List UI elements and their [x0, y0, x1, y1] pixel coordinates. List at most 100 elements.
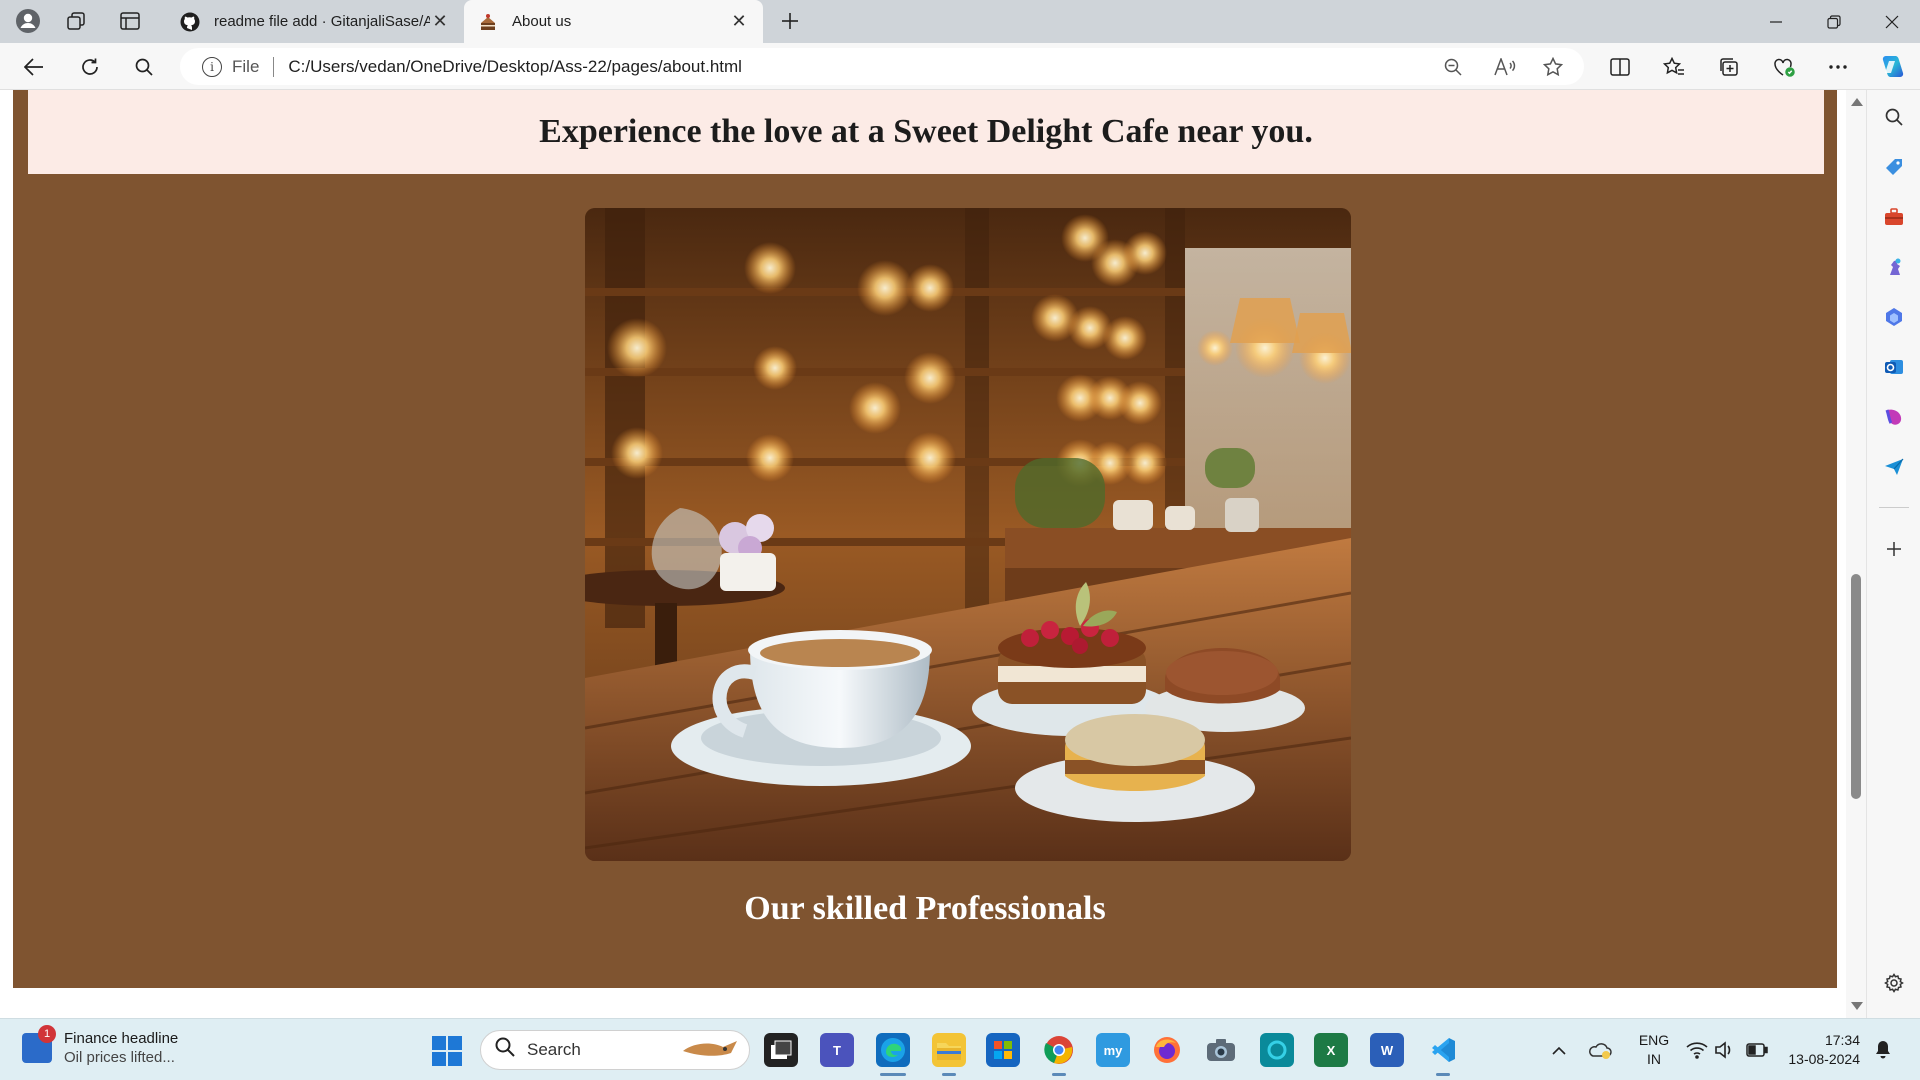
show-hidden-icons-chevron-icon[interactable]: [1552, 1019, 1566, 1080]
address-toolbar: i File C:/Users/vedan/OneDrive/Desktop/A…: [0, 43, 1920, 90]
web-page-viewport: Experience the love at a Sweet Delight C…: [0, 90, 1846, 1018]
cafe-photo: [585, 208, 1351, 861]
start-tile: [448, 1052, 462, 1066]
split-screen-icon[interactable]: [1602, 50, 1638, 84]
mysql-workbench-icon[interactable]: my: [1096, 1033, 1130, 1067]
news-widget-icon: 1: [22, 1025, 56, 1063]
close-window-icon[interactable]: [1864, 0, 1920, 43]
chrome-icon[interactable]: [1042, 1033, 1076, 1067]
start-tile: [432, 1036, 446, 1050]
volume-icon[interactable]: [1714, 1019, 1734, 1080]
tab-title: About us: [512, 13, 572, 30]
taskbar-search[interactable]: Search: [480, 1030, 750, 1070]
firefox-icon[interactable]: [1150, 1033, 1184, 1067]
open-app-indicator: [942, 1073, 956, 1076]
page-scrollbar[interactable]: [1846, 90, 1866, 1018]
tab-github[interactable]: readme file add · GitanjaliSase/A ✕: [166, 0, 464, 43]
open-app-indicator: [1436, 1073, 1450, 1076]
page-body: Experience the love at a Sweet Delight C…: [13, 90, 1837, 988]
shopping-tag-icon[interactable]: [1879, 152, 1909, 182]
scroll-up-arrow-icon[interactable]: [1851, 98, 1863, 106]
read-aloud-icon[interactable]: [1490, 55, 1520, 79]
restore-icon[interactable]: [1806, 0, 1862, 43]
divider: [273, 56, 275, 77]
excel-icon[interactable]: X: [1314, 1033, 1348, 1067]
teams-icon[interactable]: T: [820, 1033, 854, 1067]
tab-actions-icon[interactable]: [110, 6, 150, 36]
collections-icon[interactable]: [1711, 50, 1747, 84]
windows-taskbar: 1 Finance headline Oil prices lifted... …: [0, 1018, 1920, 1080]
tagline-heading: Experience the love at a Sweet Delight C…: [539, 113, 1313, 150]
tab-strip: readme file add · GitanjaliSase/A ✕ Abou…: [0, 0, 1920, 43]
browser-essentials-icon[interactable]: [1766, 50, 1802, 84]
sidebar-settings-icon[interactable]: [1879, 968, 1909, 998]
active-app-indicator: [880, 1073, 906, 1076]
notification-badge: 1: [38, 1025, 56, 1043]
language-indicator[interactable]: ENG IN: [1632, 1031, 1676, 1069]
task-view-icon[interactable]: [764, 1033, 798, 1067]
clock-date: 13-08-2024: [1788, 1051, 1860, 1067]
word-icon[interactable]: W: [1370, 1033, 1404, 1067]
professionals-heading: Our skilled Professionals: [744, 890, 1106, 927]
camera-icon[interactable]: [1204, 1033, 1238, 1067]
start-button[interactable]: [432, 1036, 462, 1066]
more-menu-icon[interactable]: [1820, 50, 1856, 84]
edge-icon[interactable]: [876, 1033, 910, 1067]
site-info-icon[interactable]: i: [202, 56, 222, 77]
scroll-down-arrow-icon[interactable]: [1851, 1002, 1863, 1010]
scroll-thumb[interactable]: [1851, 574, 1861, 799]
onedrive-status-icon[interactable]: [1588, 1019, 1614, 1080]
search-label: Search: [527, 1040, 581, 1059]
search-highlight-icon: [681, 1037, 741, 1068]
sidebar-divider: [1879, 507, 1909, 508]
favorite-star-icon[interactable]: [1538, 55, 1568, 79]
add-sidebar-app-icon[interactable]: [1879, 534, 1909, 564]
workspaces-icon[interactable]: [56, 6, 96, 36]
address-bar[interactable]: i File C:/Users/vedan/OneDrive/Desktop/A…: [180, 48, 1584, 85]
news-widget[interactable]: 1 Finance headline Oil prices lifted...: [22, 1025, 179, 1067]
games-chess-icon[interactable]: [1879, 252, 1909, 282]
open-app-indicator: [1052, 1073, 1066, 1076]
wifi-icon[interactable]: [1686, 1019, 1708, 1080]
tools-briefcase-icon[interactable]: [1879, 202, 1909, 232]
back-icon[interactable]: [16, 50, 52, 84]
clock-time: 17:34: [1824, 1032, 1860, 1048]
close-tab-icon[interactable]: ✕: [729, 11, 749, 32]
designer-icon[interactable]: [1879, 402, 1909, 432]
outlook-icon[interactable]: [1879, 352, 1909, 382]
file-explorer-icon[interactable]: [932, 1033, 966, 1067]
edge-sidebar: [1866, 90, 1920, 1018]
language-code: ENG: [1638, 1032, 1670, 1048]
clock[interactable]: 17:34 13-08-2024: [1780, 1031, 1860, 1069]
minimize-icon[interactable]: [1748, 0, 1804, 43]
widget-headline: Finance headline: [64, 1030, 179, 1047]
vs-code-icon[interactable]: [1426, 1033, 1460, 1067]
copilot-icon[interactable]: [1874, 50, 1910, 84]
sidebar-search-icon[interactable]: [1879, 102, 1909, 132]
widget-subtext: Oil prices lifted...: [64, 1049, 175, 1066]
refresh-icon[interactable]: [72, 50, 108, 84]
send-icon[interactable]: [1879, 452, 1909, 482]
profile-icon[interactable]: [8, 6, 48, 36]
new-tab-icon[interactable]: [770, 6, 810, 36]
cortana-icon[interactable]: [1260, 1033, 1294, 1067]
scheme-label: File: [232, 56, 260, 76]
zoom-out-icon[interactable]: [1438, 55, 1468, 79]
cake-icon: [478, 12, 498, 32]
close-tab-icon[interactable]: ✕: [430, 11, 450, 32]
tab-about-us[interactable]: About us ✕: [464, 0, 763, 43]
search-icon: [495, 1037, 515, 1063]
url-text[interactable]: C:/Users/vedan/OneDrive/Desktop/Ass-22/p…: [288, 57, 742, 77]
region-code: IN: [1647, 1051, 1661, 1067]
battery-icon[interactable]: [1746, 1019, 1768, 1080]
microsoft-store-icon[interactable]: [986, 1033, 1020, 1067]
search-icon[interactable]: [126, 50, 162, 84]
github-icon: [180, 12, 200, 32]
microsoft-365-icon[interactable]: [1879, 302, 1909, 332]
start-tile: [432, 1052, 446, 1066]
favorites-icon[interactable]: [1656, 50, 1692, 84]
notifications-bell-icon[interactable]: [1874, 1019, 1892, 1080]
tagline-banner: Experience the love at a Sweet Delight C…: [28, 90, 1824, 174]
start-tile: [448, 1036, 462, 1050]
tab-title: readme file add · GitanjaliSase/A: [214, 13, 430, 30]
